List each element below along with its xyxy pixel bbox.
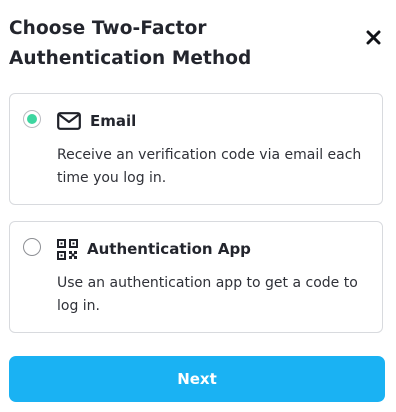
close-button[interactable] — [364, 28, 382, 46]
option-label-authentication-app: Authentication App — [87, 240, 251, 258]
dialog-title: Choose Two-Factor Authentication Method — [9, 18, 252, 69]
option-card-email[interactable]: Email Receive an verification code via e… — [9, 93, 383, 205]
radio-selected-dot — [27, 114, 37, 124]
option-description-authentication-app: Use an authentication app to get a code … — [57, 275, 358, 314]
option-label-email: Email — [90, 112, 137, 130]
qr-code-icon — [56, 238, 78, 260]
envelope-icon — [57, 111, 81, 131]
radio-email[interactable] — [23, 110, 41, 128]
option-card-authentication-app[interactable]: Authentication App Use an authentication… — [9, 221, 383, 333]
dialog-header: Choose Two-Factor Authentication Method — [9, 14, 382, 78]
option-description-email: Receive an verification code via email e… — [57, 147, 362, 186]
close-icon[interactable] — [366, 30, 381, 45]
radio-authentication-app[interactable] — [23, 238, 41, 256]
next-button[interactable]: Next — [9, 356, 385, 402]
